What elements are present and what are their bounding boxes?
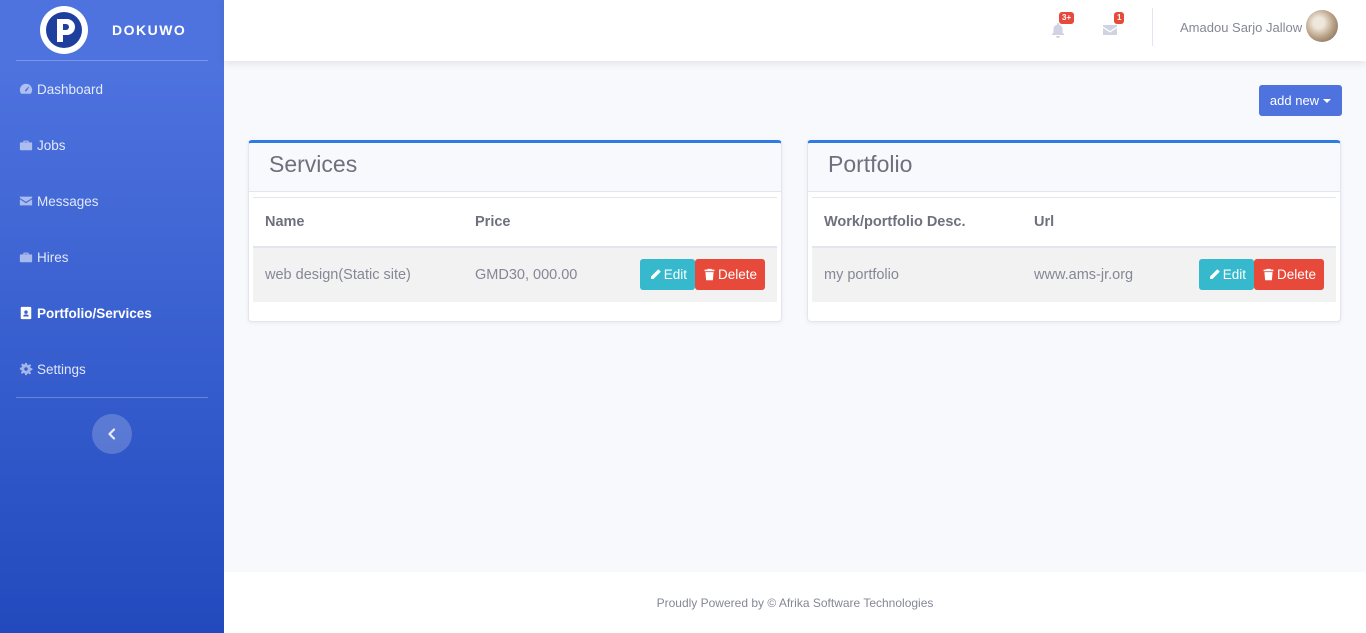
footer-text: Proudly Powered by © Afrika Software Tec… [656, 595, 934, 610]
id-badge-icon [18, 306, 33, 321]
alerts-badge: 3+ [1059, 12, 1075, 24]
portfolio-card: Portfolio Work/portfolio Desc. Url my po… [807, 140, 1341, 322]
portfolio-desc-cell: my portfolio [812, 246, 1022, 302]
brand[interactable]: DOKUWO [0, 0, 224, 60]
column-header-url: Url [1022, 197, 1172, 248]
sidebar-item-label: Messages [37, 193, 99, 209]
sidebar-item-label: Jobs [37, 137, 66, 153]
pencil-icon [650, 269, 661, 279]
brand-name: DOKUWO [112, 22, 187, 38]
bell-icon [1052, 23, 1064, 38]
edit-service-button[interactable]: Edit [639, 259, 695, 290]
service-name-cell: web design(Static site) [253, 246, 463, 302]
sidebar-toggle-wrap [0, 398, 224, 454]
portfolio-card-body: Work/portfolio Desc. Url my portfolio ww… [808, 192, 1340, 302]
portfolio-table: Work/portfolio Desc. Url my portfolio ww… [812, 197, 1336, 302]
briefcase-icon [18, 138, 33, 153]
tachometer-icon [18, 82, 33, 97]
portfolio-card-title: Portfolio [808, 143, 1340, 192]
actions-cell: Edit Delete [613, 246, 777, 302]
table-row: web design(Static site) GMD30, 000.00 Ed… [253, 246, 777, 302]
sidebar-item-dashboard[interactable]: Dashboard [0, 61, 224, 117]
add-new-label: add new [1269, 93, 1320, 108]
sidebar-item-label: Settings [37, 361, 86, 377]
envelope-icon [18, 194, 33, 209]
column-header-name: Name [253, 197, 463, 248]
dokuwo-logo-icon [40, 6, 88, 54]
topbar: 3+ 1 Amadou Sarjo Jallow [224, 0, 1366, 61]
service-price-cell: GMD30, 000.00 [463, 246, 613, 302]
sidebar-item-jobs[interactable]: Jobs [0, 117, 224, 173]
caret-down-icon [1323, 98, 1332, 103]
sidebar-item-portfolio-services[interactable]: Portfolio/Services [0, 285, 224, 341]
column-header-actions [613, 197, 777, 248]
column-header-actions [1172, 197, 1336, 248]
delete-label: Delete [1276, 267, 1316, 282]
services-card-body: Name Price web design(Static site) GMD30… [249, 192, 781, 302]
pencil-icon [1209, 269, 1220, 279]
delete-service-button[interactable]: Delete [694, 259, 765, 290]
table-header-row: Name Price [253, 197, 777, 248]
services-card: Services Name Price web design(Static si… [248, 140, 782, 322]
briefcase-icon [18, 250, 33, 265]
cog-icon [18, 362, 33, 377]
sidebar-item-messages[interactable]: Messages [0, 173, 224, 229]
messages-badge: 1 [1114, 12, 1125, 24]
sidebar-item-label: Hires [37, 249, 69, 265]
portfolio-url-cell: www.ams-jr.org [1022, 246, 1172, 302]
envelope-icon [1103, 25, 1117, 35]
add-new-button[interactable]: add new [1259, 85, 1342, 116]
trash-icon [1263, 268, 1274, 281]
column-header-desc: Work/portfolio Desc. [812, 197, 1022, 248]
sidebar-item-label: Dashboard [37, 81, 104, 97]
services-table: Name Price web design(Static site) GMD30… [253, 197, 777, 302]
user-name[interactable]: Amadou Sarjo Jallow [1180, 20, 1302, 35]
messages-button[interactable]: 1 [1098, 12, 1125, 42]
sidebar: DOKUWO Dashboard Jobs Messages Hires Por… [0, 0, 224, 633]
sidebar-item-label: Portfolio/Services [37, 305, 152, 321]
alerts-button[interactable]: 3+ [1046, 12, 1075, 42]
sidebar-nav: Dashboard Jobs Messages Hires Portfolio/… [0, 61, 224, 397]
edit-label: Edit [1222, 267, 1246, 282]
trash-icon [704, 268, 715, 281]
services-card-title: Services [249, 143, 781, 192]
sidebar-item-hires[interactable]: Hires [0, 229, 224, 285]
edit-label: Edit [663, 267, 687, 282]
table-row: my portfolio www.ams-jr.org Edit Delete [812, 246, 1336, 302]
avatar[interactable] [1306, 10, 1338, 42]
delete-label: Delete [717, 267, 757, 282]
edit-portfolio-button[interactable]: Edit [1198, 259, 1254, 290]
actions-cell: Edit Delete [1172, 246, 1336, 302]
footer: Proudly Powered by © Afrika Software Tec… [224, 572, 1366, 633]
column-header-price: Price [463, 197, 613, 248]
topbar-divider [1152, 8, 1153, 46]
sidebar-item-settings[interactable]: Settings [0, 341, 224, 397]
table-header-row: Work/portfolio Desc. Url [812, 197, 1336, 248]
delete-portfolio-button[interactable]: Delete [1253, 259, 1324, 290]
sidebar-toggle-button[interactable] [92, 414, 132, 454]
chevron-left-icon [108, 428, 116, 440]
